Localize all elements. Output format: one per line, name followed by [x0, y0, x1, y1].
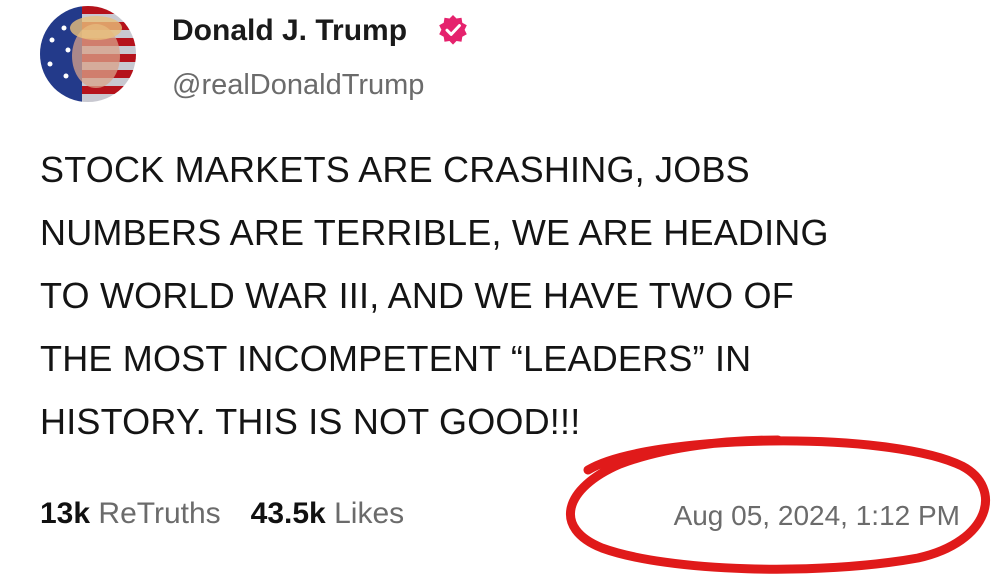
post-timestamp[interactable]: Aug 05, 2024, 1:12 PM [674, 497, 960, 535]
retruths-count: 13k [40, 497, 91, 530]
avatar-flag-portrait-icon [40, 6, 136, 102]
likes-count: 43.5k [250, 497, 326, 530]
display-name[interactable]: Donald J. Trump [172, 12, 407, 50]
retruths-stat[interactable]: 13k ReTruths [40, 494, 221, 534]
post-stats: 13k ReTruths 43.5k Likes [40, 494, 434, 534]
likes-stat[interactable]: 43.5k Likes [251, 494, 404, 534]
post-card: Donald J. Trump @realDonaldTrump STOCK M… [0, 0, 1000, 575]
verified-badge-icon [437, 14, 469, 46]
avatar[interactable] [40, 6, 136, 102]
retruths-label: ReTruths [98, 497, 221, 530]
user-handle[interactable]: @realDonaldTrump [172, 66, 424, 104]
likes-label: Likes [334, 497, 405, 530]
post-text: STOCK MARKETS ARE CRASHING, JOBS NUMBERS… [40, 149, 829, 442]
